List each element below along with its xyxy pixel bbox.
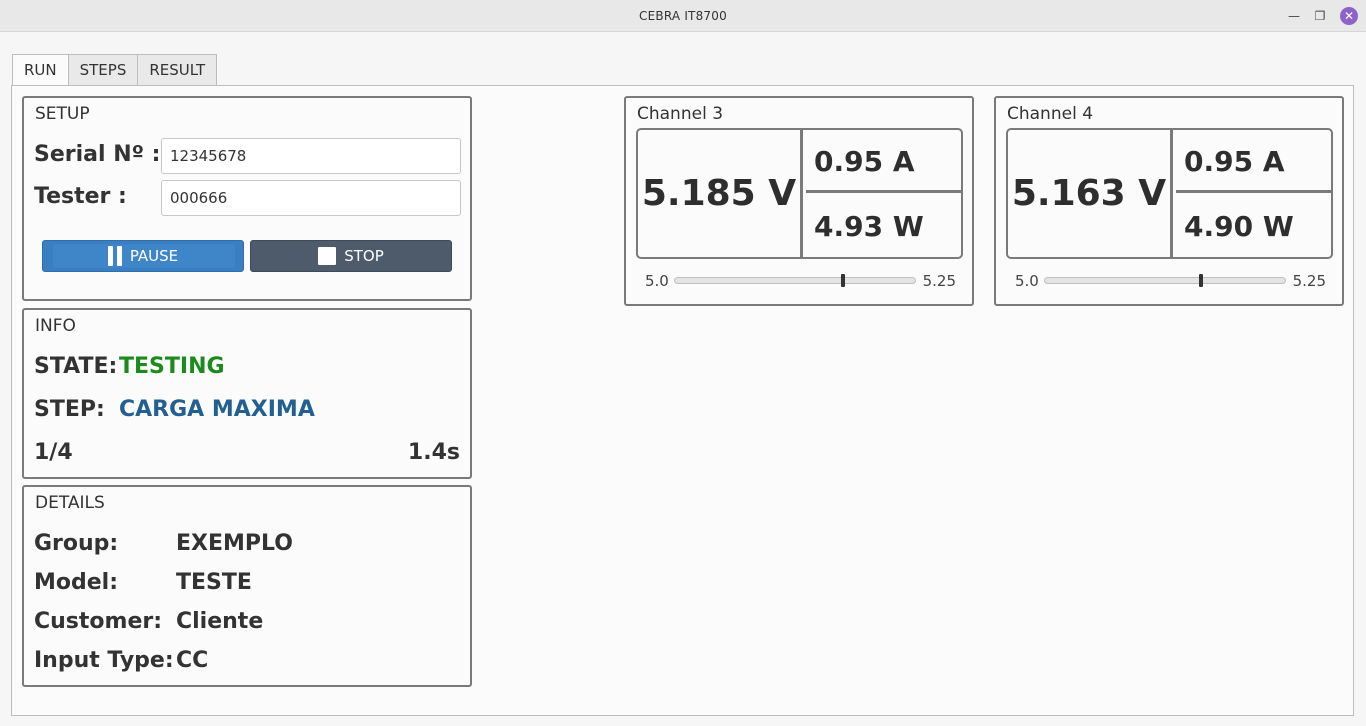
step-progress: 1/4 [34,440,73,465]
pause-button[interactable]: PAUSE [42,240,244,272]
channel-4-voltage: 5.163 V [1008,130,1173,257]
channel-4-slider[interactable] [1044,274,1286,287]
stop-button-label: STOP [344,247,384,265]
channel-3-slider[interactable] [674,274,916,287]
channel-3-voltage: 5.185 V [638,130,803,257]
channel-3-title: Channel 3 [637,104,724,124]
channel-4-current: 0.95 A [1176,130,1331,193]
input-type-value: CC [176,648,209,673]
model-value: TESTE [176,570,252,595]
tab-result[interactable]: RESULT [137,54,218,86]
info-group: INFO STATE: TESTING STEP: CARGA MAXIMA 1… [22,308,472,479]
title-bar: CEBRA IT8700 — ❐ ✕ [0,0,1366,32]
customer-value: Cliente [176,609,264,634]
tab-bar: RUN STEPS RESULT [12,54,218,87]
group-label: Group: [34,531,119,556]
channel-4-title: Channel 4 [1007,104,1094,124]
channel-3-readout: 5.185 V 0.95 A 4.93 W [636,128,963,259]
channel-4-slider-handle[interactable] [1199,274,1203,287]
serial-label: Serial Nº : [34,142,161,167]
step-value: CARGA MAXIMA [119,397,315,422]
customer-label: Customer: [34,609,163,634]
tab-run[interactable]: RUN [12,54,69,87]
channel-3-power: 4.93 W [814,210,924,243]
state-label: STATE: [34,354,118,379]
channel-4-group: Channel 4 5.163 V 0.95 A 4.90 W 5.0 5.25 [994,96,1344,306]
details-group: DETAILS Group: EXEMPLO Model: TESTE Cust… [22,485,472,687]
pause-icon [107,246,122,266]
step-label: STEP: [34,397,105,422]
info-title: INFO [35,316,76,336]
channel-3-current: 0.95 A [806,130,961,193]
channel-3-slider-max: 5.25 [922,272,956,290]
channel-3-slider-handle[interactable] [841,274,845,287]
channel-3-slider-min: 5.0 [645,272,669,290]
stop-button[interactable]: STOP [250,240,452,272]
close-icon[interactable]: ✕ [1340,7,1358,25]
restore-icon[interactable]: ❐ [1312,8,1328,24]
tester-label: Tester : [34,184,127,209]
model-label: Model: [34,570,119,595]
setup-group: SETUP Serial Nº : 12345678 Tester : 0006… [22,96,472,301]
channel-3-group: Channel 3 5.185 V 0.95 A 4.93 W 5.0 5.25 [624,96,974,306]
minimize-icon[interactable]: — [1286,8,1302,24]
details-title: DETAILS [35,493,105,513]
tab-steps[interactable]: STEPS [67,54,139,86]
group-value: EXEMPLO [176,531,293,556]
window-title: CEBRA IT8700 [639,9,727,23]
tester-field[interactable]: 000666 [161,180,461,216]
pause-button-label: PAUSE [129,247,179,265]
setup-title: SETUP [35,104,90,124]
elapsed-time: 1.4s [407,440,460,465]
channel-4-slider-min: 5.0 [1015,272,1039,290]
input-type-label: Input Type: [34,648,174,673]
channel-4-readout: 5.163 V 0.95 A 4.90 W [1006,128,1333,259]
channel-4-power: 4.90 W [1184,210,1294,243]
stop-icon [318,247,337,265]
serial-field[interactable]: 12345678 [161,138,461,174]
state-value: TESTING [119,354,225,379]
channel-4-slider-max: 5.25 [1292,272,1326,290]
